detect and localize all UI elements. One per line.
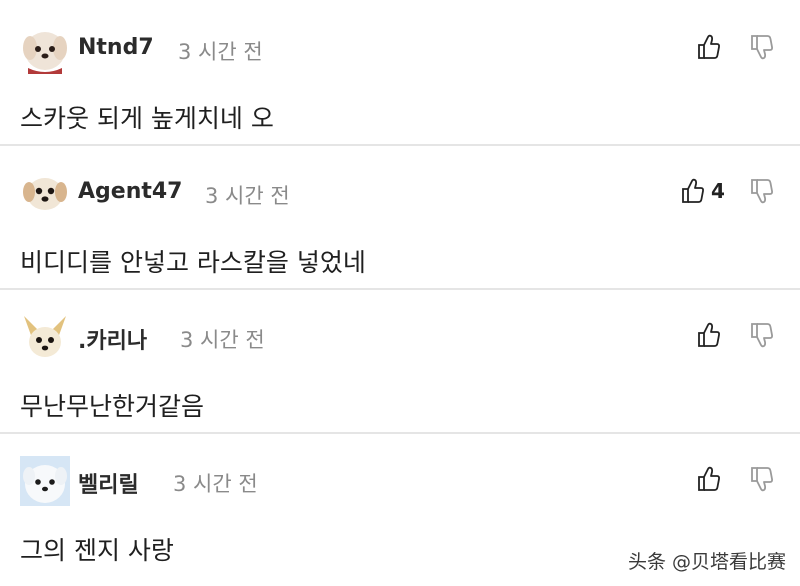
comment-item: Agent47 3 시간 전 4 비디디를 안넣고 라스칼을 넣었네 <box>0 148 800 290</box>
thumbs-down-icon <box>751 179 773 204</box>
avatar[interactable] <box>20 312 70 362</box>
username[interactable]: Agent47 <box>78 179 183 204</box>
timestamp: 3 시간 전 <box>178 40 263 64</box>
like-button[interactable] <box>697 464 721 494</box>
thumbs-down-icon <box>751 323 773 348</box>
avatar[interactable] <box>20 168 70 218</box>
avatar[interactable] <box>20 456 70 506</box>
comment-item: .카리나 3 시간 전 무난무난한거같음 <box>0 292 800 434</box>
puppy-avatar <box>20 168 70 218</box>
watermark: 头条 @贝塔看比赛 <box>627 551 786 573</box>
username[interactable]: .카리나 <box>78 323 147 355</box>
thumbs-down-icon <box>751 35 773 60</box>
username[interactable]: 벨리릴 <box>78 467 139 499</box>
comment-text: 비디디를 안넣고 라스칼을 넣었네 <box>20 248 366 277</box>
comment-item: Ntnd7 3 시간 전 스카웃 되게 높게치네 오 <box>0 4 800 146</box>
comment-text: 무난무난한거같음 <box>20 392 205 421</box>
like-button[interactable] <box>697 32 721 62</box>
comment-text: 그의 젠지 사랑 <box>20 536 174 565</box>
timestamp: 3 시간 전 <box>205 184 290 208</box>
username[interactable]: Ntnd7 <box>78 35 154 60</box>
like-button[interactable] <box>697 320 721 350</box>
thumbs-up-icon <box>698 466 720 491</box>
comment-text: 스카웃 되게 높게치네 오 <box>20 104 274 133</box>
chihuahua-avatar <box>20 312 70 362</box>
dislike-button[interactable] <box>750 320 774 350</box>
thumbs-down-icon <box>751 467 773 492</box>
white-dog-avatar <box>20 456 70 506</box>
thumbs-up-icon <box>698 322 720 347</box>
divider <box>0 288 800 290</box>
like-button[interactable]: 4 <box>681 176 725 206</box>
timestamp: 3 시간 전 <box>173 472 258 496</box>
thumbs-up-icon <box>682 178 704 203</box>
dislike-button[interactable] <box>750 176 774 206</box>
timestamp: 3 시간 전 <box>180 328 265 352</box>
thumbs-up-icon <box>698 34 720 59</box>
divider <box>0 144 800 146</box>
like-count: 4 <box>711 179 725 203</box>
divider <box>0 432 800 434</box>
dislike-button[interactable] <box>750 464 774 494</box>
avatar[interactable] <box>20 24 70 74</box>
maltese-dog-avatar <box>20 24 70 74</box>
dislike-button[interactable] <box>750 32 774 62</box>
